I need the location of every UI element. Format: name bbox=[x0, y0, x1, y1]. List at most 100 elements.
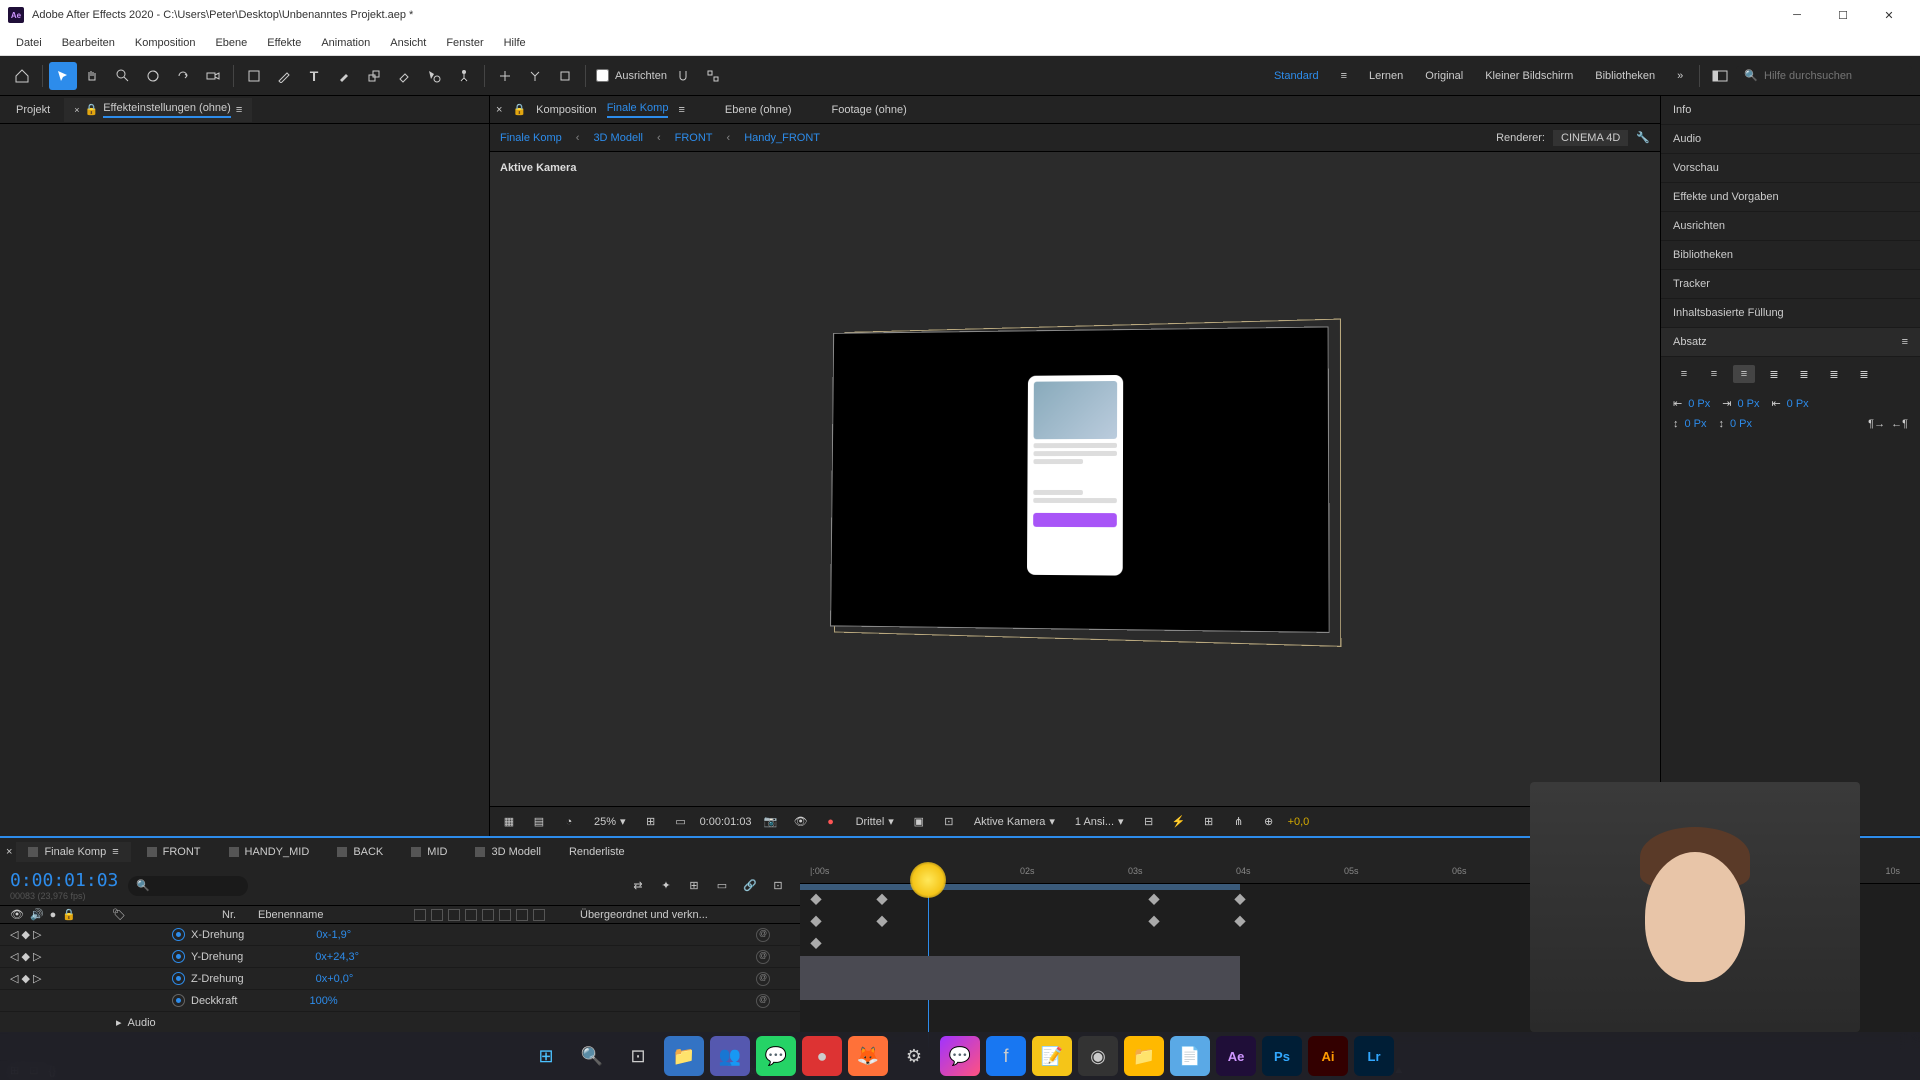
sw-shy-icon[interactable] bbox=[414, 909, 426, 921]
lock-col-icon[interactable]: 🔒 bbox=[62, 908, 76, 921]
hand-tool[interactable] bbox=[79, 62, 107, 90]
flowchart-icon[interactable]: ⋔ bbox=[1228, 811, 1250, 833]
panel-menu-icon[interactable]: ≡ bbox=[236, 104, 242, 116]
row-y-drehung[interactable]: ◁◆▷ Y-Drehung 0x+24,3° bbox=[0, 946, 800, 968]
transparency-icon[interactable]: ⊡ bbox=[938, 811, 960, 833]
tl-tab-3d-modell[interactable]: 3D Modell bbox=[463, 842, 553, 862]
tl-tab-handy-mid[interactable]: HANDY_MID bbox=[217, 842, 322, 862]
align-center-icon[interactable]: ≡ bbox=[1703, 365, 1725, 383]
panel-menu-icon[interactable]: ≡ bbox=[1902, 336, 1908, 348]
tl-tool-1-icon[interactable]: ⇄ bbox=[626, 874, 650, 898]
justify-right-icon[interactable]: ≣ bbox=[1823, 365, 1845, 383]
res-dropdown[interactable]: Drittel ▾ bbox=[850, 813, 900, 830]
menu-datei[interactable]: Datei bbox=[6, 33, 52, 53]
row-audio[interactable]: ▸ Audio bbox=[0, 1012, 800, 1034]
orbit-tool[interactable] bbox=[139, 62, 167, 90]
pixel-aspect-icon[interactable]: ⊟ bbox=[1138, 811, 1160, 833]
taskbar-app1-icon[interactable]: ● bbox=[802, 1036, 842, 1076]
taskbar-notes-icon[interactable]: 📄 bbox=[1170, 1036, 1210, 1076]
menu-animation[interactable]: Animation bbox=[311, 33, 380, 53]
crumb-handy-front[interactable]: Handy_FRONT bbox=[744, 132, 820, 144]
reset-exp-icon[interactable]: ⊕ bbox=[1258, 811, 1280, 833]
next-kf-icon[interactable]: ▷ bbox=[33, 928, 41, 941]
sw-frame-blend-icon[interactable] bbox=[448, 909, 460, 921]
justify-left-icon[interactable]: ≣ bbox=[1763, 365, 1785, 383]
dir-rtl-icon[interactable]: ←¶ bbox=[1891, 418, 1908, 430]
workspace-submenu-icon[interactable]: ≡ bbox=[1331, 66, 1357, 86]
footage-tab[interactable]: Footage (ohne) bbox=[832, 104, 907, 116]
sw-mb-icon[interactable] bbox=[465, 909, 477, 921]
menu-hilfe[interactable]: Hilfe bbox=[494, 33, 536, 53]
taskbar-lr-icon[interactable]: Lr bbox=[1354, 1036, 1394, 1076]
layer-bar-audio[interactable] bbox=[800, 978, 1240, 1000]
alpha-icon[interactable]: ▦ bbox=[498, 811, 520, 833]
show-snapshot-icon[interactable]: 👁 bbox=[790, 811, 812, 833]
tl-tab-front[interactable]: FRONT bbox=[135, 842, 213, 862]
space-after-value[interactable]: 0 Px bbox=[1730, 418, 1758, 430]
snap-grid-tool[interactable] bbox=[699, 62, 727, 90]
taskbar-firefox-icon[interactable]: 🦊 bbox=[848, 1036, 888, 1076]
crumb-3d-modell[interactable]: 3D Modell bbox=[593, 132, 643, 144]
menu-ebene[interactable]: Ebene bbox=[205, 33, 257, 53]
keyframe[interactable] bbox=[1148, 894, 1159, 905]
row-deckkraft[interactable]: Deckkraft 100% bbox=[0, 990, 800, 1012]
workspace-kleinerbildschirm[interactable]: Kleiner Bildschirm bbox=[1475, 66, 1583, 86]
next-kf-icon[interactable]: ▷ bbox=[33, 972, 41, 985]
tl-tool-4-icon[interactable]: ▭ bbox=[710, 874, 734, 898]
prop-value[interactable]: 100% bbox=[309, 995, 337, 1007]
help-search-input[interactable] bbox=[1764, 70, 1904, 82]
row-z-drehung[interactable]: ◁◆▷ Z-Drehung 0x+0,0° bbox=[0, 968, 800, 990]
stopwatch-icon[interactable] bbox=[172, 950, 185, 963]
tl-tool-5-icon[interactable]: 🔗 bbox=[738, 874, 762, 898]
eye-col-icon[interactable]: 👁 bbox=[10, 908, 24, 921]
menu-effekte[interactable]: Effekte bbox=[257, 33, 311, 53]
keyframe[interactable] bbox=[1234, 916, 1245, 927]
prop-value[interactable]: 0x-1,9° bbox=[316, 929, 351, 941]
comp-menu-icon[interactable]: ≡ bbox=[678, 104, 684, 116]
exposure-value[interactable]: +0,0 bbox=[1288, 816, 1310, 828]
keyframe[interactable] bbox=[1234, 894, 1245, 905]
clone-tool[interactable] bbox=[360, 62, 388, 90]
tab-effekteinstellungen[interactable]: × 🔒 Effekteinstellungen (ohne) ≡ bbox=[64, 98, 252, 122]
workspace-lernen[interactable]: Lernen bbox=[1359, 66, 1413, 86]
home-tool[interactable] bbox=[8, 62, 36, 90]
dir-ltr-icon[interactable]: ¶→ bbox=[1868, 418, 1885, 430]
panel-bibliotheken[interactable]: Bibliotheken bbox=[1661, 241, 1920, 270]
taskbar-teams-icon[interactable]: 👥 bbox=[710, 1036, 750, 1076]
taskbar-taskview-icon[interactable]: ⊡ bbox=[618, 1036, 658, 1076]
res-toggle-icon[interactable]: ⊞ bbox=[640, 811, 662, 833]
close-button[interactable]: ✕ bbox=[1866, 0, 1912, 30]
indent-first-value[interactable]: 0 Px bbox=[1737, 398, 1765, 410]
snap-tool[interactable] bbox=[669, 62, 697, 90]
eraser-tool[interactable] bbox=[390, 62, 418, 90]
camera-dropdown[interactable]: Aktive Kamera ▾ bbox=[968, 813, 1061, 830]
align-right-icon[interactable]: ≡ bbox=[1733, 365, 1755, 383]
tl-tab-finale-komp[interactable]: Finale Komp ≡ bbox=[16, 842, 130, 862]
world-axis-tool[interactable] bbox=[521, 62, 549, 90]
sw-adj-icon[interactable] bbox=[482, 909, 494, 921]
prev-kf-icon[interactable]: ◁ bbox=[10, 950, 18, 963]
tab-close-icon[interactable]: × bbox=[74, 105, 79, 115]
lock-icon[interactable]: 🔒 bbox=[85, 103, 99, 116]
workspace-standard[interactable]: Standard bbox=[1264, 66, 1329, 86]
zoom-tool[interactable] bbox=[109, 62, 137, 90]
indent-left-value[interactable]: 0 Px bbox=[1688, 398, 1716, 410]
maximize-button[interactable]: ☐ bbox=[1820, 0, 1866, 30]
taskbar-start-icon[interactable]: ⊞ bbox=[526, 1036, 566, 1076]
crumb-front[interactable]: FRONT bbox=[675, 132, 713, 144]
panel-absatz[interactable]: Absatz≡ bbox=[1661, 328, 1920, 357]
renderer-settings-icon[interactable]: 🔧 bbox=[1636, 131, 1650, 144]
panel-audio[interactable]: Audio bbox=[1661, 125, 1920, 154]
align-left-icon[interactable]: ≡ bbox=[1673, 365, 1695, 383]
crumb-finale-komp[interactable]: Finale Komp bbox=[500, 132, 562, 144]
row-x-drehung[interactable]: ◁◆▷ X-Drehung 0x-1,9° bbox=[0, 924, 800, 946]
comp-tab-close-icon[interactable]: × bbox=[496, 104, 502, 116]
expand-icon[interactable]: ▸ bbox=[116, 1016, 122, 1029]
keyframe[interactable] bbox=[810, 938, 821, 949]
zoom-dropdown[interactable]: 25% ▾ bbox=[588, 813, 632, 830]
selection-tool[interactable] bbox=[49, 62, 77, 90]
expression-icon[interactable] bbox=[756, 928, 770, 942]
justify-center-icon[interactable]: ≣ bbox=[1793, 365, 1815, 383]
next-kf-icon[interactable]: ▷ bbox=[33, 950, 41, 963]
keyframe[interactable] bbox=[876, 894, 887, 905]
